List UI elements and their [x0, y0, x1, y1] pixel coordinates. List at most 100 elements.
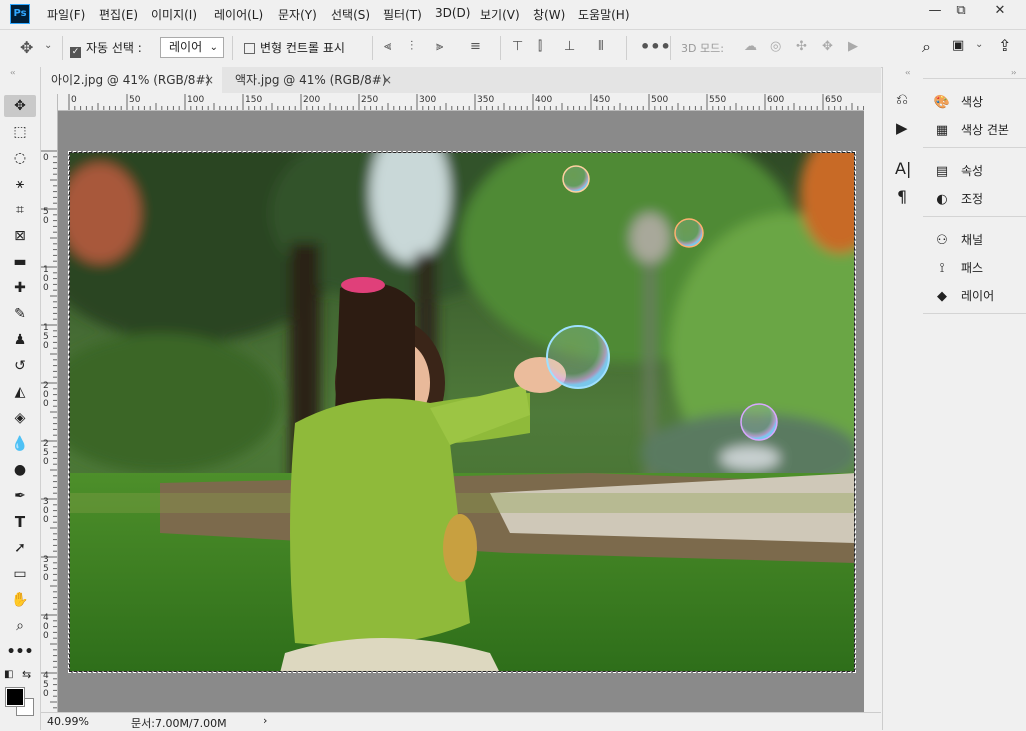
transform-controls-checkbox[interactable]: 변형 컨트롤 표시 [244, 39, 345, 56]
menu-image[interactable]: 이미지(I) [151, 6, 197, 23]
separator [500, 36, 501, 60]
channels-icon: ⚇ [936, 233, 948, 248]
panel-swatches[interactable]: ▦ 색상 견본 [933, 121, 1009, 138]
auto-select-checkbox[interactable]: ✓ 자동 선택 : [70, 39, 142, 58]
menu-edit[interactable]: 편집(E) [99, 6, 138, 23]
panel-icon-strip: ‹‹ ⎌ ▶ A| ¶ [882, 67, 924, 730]
checkbox-checked-icon: ✓ [70, 47, 81, 58]
marquee-tool-icon[interactable]: ⬚ [4, 121, 36, 143]
character-panel-icon[interactable]: A| [895, 159, 911, 178]
lasso-tool-icon[interactable]: ◌ [4, 147, 36, 169]
zoom-level[interactable]: 40.99% [47, 715, 89, 728]
separator [372, 36, 373, 60]
collapse-grip-icon[interactable]: ‹‹ [10, 68, 16, 77]
magic-wand-icon[interactable]: ⚹ [4, 173, 36, 195]
ruler-label: 550 [709, 95, 727, 105]
align-middle-icon[interactable]: ⫿ [538, 39, 542, 54]
menu-filter[interactable]: 필터(T) [383, 6, 422, 23]
menu-3d[interactable]: 3D(D) [435, 6, 470, 20]
crop-tool-icon[interactable]: ⌗ [4, 199, 36, 221]
menu-select[interactable]: 선택(S) [331, 6, 370, 23]
document-image[interactable] [68, 151, 856, 673]
search-icon[interactable]: ⌕ [922, 37, 931, 57]
distribute-icon[interactable]: ≡ [470, 39, 481, 54]
healing-brush-icon[interactable]: ✚ [4, 277, 36, 299]
share-icon[interactable]: ⇪ [998, 36, 1011, 55]
align-left-icon[interactable]: ⫷ [384, 39, 391, 54]
pen-tool-icon[interactable]: ✒ [4, 485, 36, 507]
align-center-icon[interactable]: ⫶ [410, 39, 413, 54]
align-right-icon[interactable]: ⫸ [436, 39, 443, 54]
workspace-icon[interactable]: ▣ [952, 38, 964, 53]
menu-type[interactable]: 문자(Y) [278, 6, 317, 23]
history-panel-icon[interactable]: ⎌ [896, 90, 908, 108]
eraser-tool-icon[interactable]: ◭ [4, 381, 36, 403]
ruler-label: 0 [71, 95, 77, 105]
paragraph-panel-icon[interactable]: ¶ [897, 187, 907, 206]
menu-help[interactable]: 도움말(H) [578, 6, 630, 23]
ruler-tool-icon[interactable]: ▬ [4, 251, 36, 273]
layers-icon: ◆ [937, 289, 947, 304]
horizontal-ruler[interactable]: 0 50 100 150 200 250 300 350 400 450 500… [58, 94, 864, 111]
menu-window[interactable]: 창(W) [533, 6, 565, 23]
path-select-icon[interactable]: ➚ [4, 537, 36, 559]
expand-grip-icon[interactable]: ›› [1011, 68, 1017, 77]
menu-view[interactable]: 보기(V) [480, 6, 520, 23]
more-options-icon[interactable]: ••• [640, 37, 671, 56]
chevron-down-icon[interactable]: ⌄ [975, 39, 983, 50]
hand-tool-icon[interactable]: ✋ [4, 589, 36, 611]
ruler-label: 0 [43, 153, 49, 163]
menu-file[interactable]: 파일(F) [47, 6, 85, 23]
vertical-ruler[interactable]: 0 50 100 150 200 250 300 350 400 450 [41, 110, 58, 712]
paint-bucket-icon[interactable]: ◈ [4, 407, 36, 429]
adjustments-icon: ◐ [936, 192, 948, 207]
ruler-label: 600 [767, 95, 785, 105]
stamp-tool-icon[interactable]: ♟ [4, 329, 36, 351]
move-tool-icon[interactable]: ✥ [20, 38, 33, 57]
panel-properties[interactable]: ▤ 속성 [933, 162, 983, 179]
align-top-icon[interactable]: ⊤ [512, 39, 523, 54]
dodge-tool-icon[interactable]: ● [4, 459, 36, 481]
tab-frame[interactable]: 액자.jpg @ 41% (RGB/8#) × [225, 67, 400, 93]
layer-select-dropdown[interactable]: 레이어 ⌄ [160, 37, 224, 58]
panel-layers[interactable]: ◆ 레이어 [933, 287, 994, 304]
chevron-down-icon[interactable]: ⌄ [44, 40, 52, 51]
status-menu-arrow[interactable]: › [263, 714, 267, 727]
history-brush-icon[interactable]: ↺ [4, 355, 36, 377]
actions-panel-icon[interactable]: ▶ [896, 119, 908, 137]
distribute-vertical-icon[interactable]: ⦀ [598, 39, 604, 54]
restore-button[interactable]: ⧉ [945, 0, 977, 24]
move-tool-icon[interactable]: ✥ [4, 95, 36, 117]
panel-color[interactable]: 🎨 색상 [933, 93, 983, 110]
ruler-label: 350 [43, 555, 49, 583]
rectangle-tool-icon[interactable]: ▭ [4, 563, 36, 585]
zoom-tool-icon[interactable]: ⌕ [4, 615, 36, 637]
panel-adjustments[interactable]: ◐ 조정 [933, 190, 983, 207]
ruler-label: 300 [419, 95, 437, 105]
ruler-origin[interactable] [41, 94, 58, 111]
close-tab-icon[interactable]: × [204, 67, 214, 93]
default-colors-icon[interactable]: ◧ [4, 669, 13, 680]
close-tab-icon[interactable]: × [382, 67, 392, 93]
swap-colors-icon[interactable]: ⇆ [22, 668, 31, 681]
3d-mode-label: 3D 모드: [681, 42, 724, 55]
transform-controls-label: 변형 컨트롤 표시 [260, 41, 345, 55]
brush-tool-icon[interactable]: ✎ [4, 303, 36, 325]
ruler-ticks [68, 94, 864, 110]
frame-tool-icon[interactable]: ⊠ [4, 225, 36, 247]
divider [923, 147, 1026, 148]
menu-layer[interactable]: 레이어(L) [214, 6, 263, 23]
type-tool-icon[interactable]: T [4, 511, 36, 533]
close-window-button[interactable]: ✕ [982, 0, 1018, 24]
3d-orbit-icon: ☁ [744, 39, 757, 54]
blur-tool-icon[interactable]: 💧 [4, 433, 36, 455]
align-bottom-icon[interactable]: ⊥ [564, 39, 575, 54]
tab-aii2[interactable]: 아이2.jpg @ 41% (RGB/8#) × [41, 67, 222, 93]
more-tools-icon[interactable]: ••• [4, 641, 36, 663]
collapse-grip-icon[interactable]: ‹‹ [905, 68, 911, 77]
panel-paths[interactable]: ⟟ 패스 [933, 259, 984, 276]
tab-label: 액자.jpg @ 41% (RGB/8#) [235, 73, 387, 87]
panel-channels[interactable]: ⚇ 채널 [933, 231, 983, 248]
document-size[interactable]: 문서:7.00M/7.00M [131, 715, 227, 731]
foreground-color-swatch[interactable] [5, 687, 25, 707]
